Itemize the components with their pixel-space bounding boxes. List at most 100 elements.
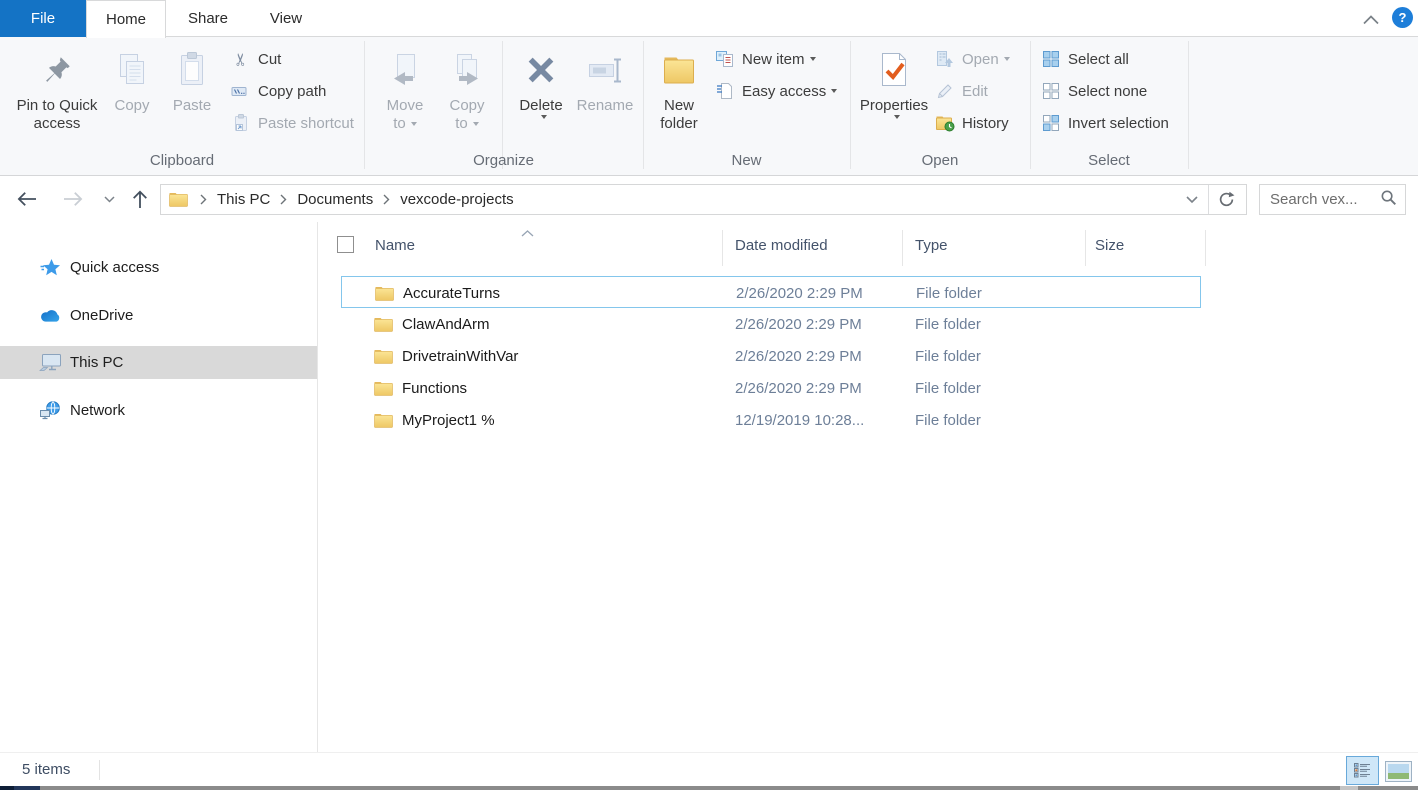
tab-view[interactable]: View <box>250 0 322 37</box>
file-type: File folder <box>915 308 981 340</box>
delete-button[interactable]: Delete <box>512 43 570 119</box>
history-button[interactable]: History <box>934 109 1009 137</box>
column-header-size[interactable]: Size <box>1095 234 1124 258</box>
file-name: Functions <box>402 380 467 397</box>
file-row-clawandarm[interactable]: ClawAndArm 2/26/2020 2:29 PM File folder <box>341 308 1201 340</box>
open-icon <box>934 49 956 69</box>
copy-path-button[interactable]: Copy path <box>230 77 326 105</box>
breadcrumb-item-vexcode-projects[interactable]: vexcode-projects <box>398 191 515 208</box>
cut-button[interactable]: Cut <box>230 45 281 73</box>
address-dropdown-button[interactable] <box>1178 196 1206 204</box>
paste-shortcut-icon <box>230 113 252 133</box>
file-row-functions[interactable]: Functions 2/26/2020 2:29 PM File folder <box>341 372 1201 404</box>
new-folder-icon <box>661 43 697 97</box>
paste-shortcut-label: Paste shortcut <box>258 115 354 132</box>
details-view-icon <box>1354 763 1371 778</box>
forward-button[interactable] <box>60 187 86 211</box>
folder-icon <box>374 349 393 364</box>
sidebar-item-label: Network <box>70 402 125 419</box>
sidebar-item-onedrive[interactable]: OneDrive <box>0 299 317 332</box>
easy-access-button[interactable]: Easy access <box>714 77 837 105</box>
refresh-button[interactable] <box>1211 191 1242 208</box>
invert-selection-button[interactable]: Invert selection <box>1040 109 1169 137</box>
easy-access-icon <box>714 81 736 101</box>
breadcrumb[interactable]: This PC Documents vexcode-projects <box>160 184 1247 215</box>
file-name: DrivetrainWithVar <box>402 348 518 365</box>
paste-shortcut-button[interactable]: Paste shortcut <box>230 109 354 137</box>
properties-button[interactable]: Properties <box>858 43 930 119</box>
this-pc-monitor-icon <box>38 353 62 372</box>
open-button[interactable]: Open <box>934 45 1010 73</box>
select-all-checkbox[interactable] <box>337 236 354 253</box>
file-date-modified: 2/26/2020 2:29 PM <box>735 372 862 404</box>
file-row-drivetrainwithvar[interactable]: DrivetrainWithVar 2/26/2020 2:29 PM File… <box>341 340 1201 372</box>
column-divider[interactable] <box>1205 230 1206 266</box>
breadcrumb-chevron-icon <box>280 194 287 205</box>
sidebar-item-network[interactable]: Network <box>0 394 317 427</box>
tab-file[interactable]: File <box>0 0 86 37</box>
select-none-icon <box>1040 81 1062 101</box>
sidebar-item-quick-access[interactable]: Quick access <box>0 251 317 284</box>
select-all-button[interactable]: Select all <box>1040 45 1129 73</box>
new-item-icon <box>714 49 736 69</box>
pushpin-icon <box>41 43 73 97</box>
dropdown-arrow-icon <box>810 57 816 61</box>
column-divider[interactable] <box>902 230 903 266</box>
folder-icon <box>374 413 393 428</box>
up-button[interactable] <box>128 186 152 212</box>
breadcrumb-item-this-pc[interactable]: This PC <box>215 191 272 208</box>
help-button[interactable]: ? <box>1392 7 1413 28</box>
tab-share[interactable]: Share <box>166 0 250 37</box>
copy-to-button[interactable]: Copy to <box>438 43 496 133</box>
large-icons-view-button[interactable] <box>1384 760 1412 782</box>
column-divider[interactable] <box>1085 230 1086 266</box>
pin-label-line2: access <box>34 115 81 133</box>
edit-button[interactable]: Edit <box>934 77 988 105</box>
details-view-button[interactable] <box>1346 756 1379 785</box>
history-label: History <box>962 115 1009 132</box>
back-button[interactable] <box>14 187 40 211</box>
move-to-label-line1: Move <box>387 97 424 115</box>
onedrive-cloud-icon <box>38 308 62 323</box>
column-header-type[interactable]: Type <box>915 234 948 258</box>
search-box[interactable] <box>1259 184 1406 215</box>
select-none-button[interactable]: Select none <box>1040 77 1147 105</box>
new-item-label: New item <box>742 51 805 68</box>
column-divider[interactable] <box>722 230 723 266</box>
chevron-up-icon <box>1363 15 1379 25</box>
chevron-down-icon <box>104 196 115 203</box>
breadcrumb-item-documents[interactable]: Documents <box>295 191 375 208</box>
copy-button[interactable]: Copy <box>106 43 158 115</box>
new-item-button[interactable]: New item <box>714 45 816 73</box>
rename-button[interactable]: Rename <box>572 43 638 115</box>
sidebar-item-this-pc[interactable]: This PC <box>0 346 317 379</box>
rename-label: Rename <box>577 97 634 115</box>
quick-access-star-icon <box>38 258 62 278</box>
sidebar-item-label: This PC <box>70 354 123 371</box>
properties-label: Properties <box>860 97 928 115</box>
paste-button[interactable]: Paste <box>164 43 220 115</box>
file-list: AccurateTurns 2/26/2020 2:29 PM File fol… <box>341 276 1201 436</box>
file-row-accurateturns[interactable]: AccurateTurns 2/26/2020 2:29 PM File fol… <box>341 276 1201 308</box>
taskbar-edge <box>0 786 1418 790</box>
tab-home[interactable]: Home <box>86 0 166 38</box>
breadcrumb-chevron-icon <box>383 194 390 205</box>
folder-icon <box>374 317 393 332</box>
recent-locations-button[interactable] <box>100 193 118 205</box>
new-folder-label-line2: folder <box>660 115 698 133</box>
move-to-button[interactable]: Move to <box>376 43 434 133</box>
file-date-modified: 2/26/2020 2:29 PM <box>735 308 862 340</box>
pin-to-quick-access-button[interactable]: Pin to Quick access <box>12 43 102 133</box>
search-icon[interactable] <box>1380 189 1397 211</box>
paste-label: Paste <box>173 97 211 115</box>
file-row-myproject1[interactable]: MyProject1 % 12/19/2019 10:28... File fo… <box>341 404 1201 436</box>
search-input[interactable] <box>1260 191 1378 208</box>
column-header-name[interactable]: Name <box>375 234 415 258</box>
new-folder-button[interactable]: New folder <box>650 43 708 133</box>
column-header-date-modified[interactable]: Date modified <box>735 234 828 258</box>
sidebar-divider <box>317 222 318 752</box>
status-bar: 5 items <box>0 752 1418 786</box>
ribbon-tab-bar: File Home Share View ? <box>0 0 1418 37</box>
move-to-icon <box>388 43 422 97</box>
collapse-ribbon-button[interactable] <box>1363 12 1381 24</box>
